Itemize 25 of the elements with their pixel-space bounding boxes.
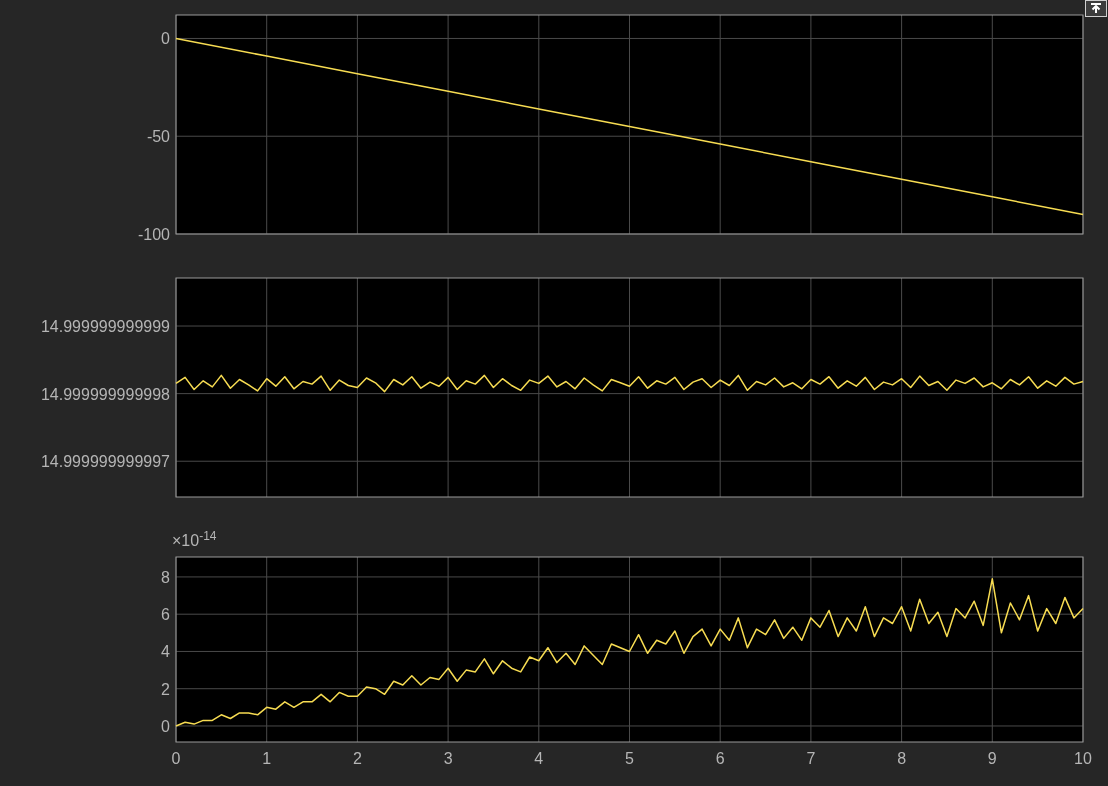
axis-tick-label: 6 <box>715 750 725 767</box>
axis-exponent-label: ×10$^{-14}$ <box>172 532 217 549</box>
axis-tick-label: 5 <box>625 750 634 767</box>
axis-tick-label: 2 <box>352 750 362 767</box>
axis-tick-label: 7 <box>806 750 816 767</box>
axis-tick-label: 14.999999999998 <box>40 385 170 403</box>
axis-tick-label: 2 <box>161 680 170 698</box>
axis-tick-label: 14.999999999999 <box>40 318 170 336</box>
axis-tick-label: 0 <box>161 718 170 735</box>
axis-tick-label: 1 <box>262 750 272 767</box>
axis-tick-label: 0 <box>171 750 181 767</box>
axis-tick-label: 8 <box>897 750 907 767</box>
axis-tick-label: 14.999999999997 <box>40 453 170 471</box>
axis-tick-label: -50 <box>146 128 170 146</box>
axis-tick-label: 4 <box>534 750 544 767</box>
toolbar-button[interactable] <box>1085 0 1107 17</box>
axis-tick-label: 8 <box>161 568 170 586</box>
axis-tick-label: 0 <box>161 30 170 48</box>
axis-tick-label: 9 <box>987 750 997 767</box>
axis-tick-label: 6 <box>161 606 170 624</box>
axis-tick-label: -100 <box>137 226 170 243</box>
axis-tick-label: 10 <box>1074 750 1092 767</box>
arrow-icon <box>1090 3 1102 14</box>
axis-tick-label: 3 <box>443 750 453 767</box>
axis-tick-label: 4 <box>161 643 170 661</box>
